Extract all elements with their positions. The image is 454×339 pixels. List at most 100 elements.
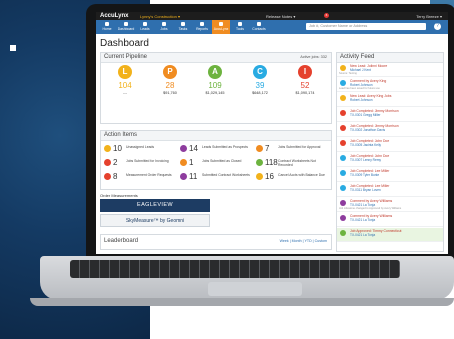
action-item[interactable]: 7 Jobs Submitted for Approval [256, 144, 332, 156]
feed-item[interactable]: New Lead: Jolinni Moore Michael J Kent Sou… [337, 63, 443, 77]
feed-detail: TX-0302 Jonathon Davis [350, 128, 386, 132]
pipeline-filter[interactable]: Active jobs: 332 [300, 55, 327, 59]
feed-sub: Lead has been saved for future use [339, 87, 380, 90]
pipeline-stage-approved[interactable]: A 109 $1,029,145 [197, 65, 233, 95]
feed-item[interactable]: Comment by Avery Williams TX-0421 La Tonj… [337, 198, 443, 212]
action-label: Unassigned Leads [126, 145, 155, 149]
action-count: 8 [113, 172, 118, 181]
laptop-keyboard [70, 260, 400, 278]
action-item[interactable]: 8 Measurement Order Requests [104, 172, 180, 184]
stage-amount: $1,029,145 [205, 91, 225, 95]
action-count: 16 [265, 172, 274, 181]
reports-icon [200, 22, 204, 26]
feed-item[interactable]: Job Completed: John Doe TX-0305 Jacinta K… [337, 138, 443, 152]
company-selector[interactable]: Lynny's Construction ▾ [140, 14, 180, 19]
help-icon[interactable]: ? [434, 23, 441, 30]
nav-reports[interactable]: Reports [193, 20, 211, 34]
contacts-icon [257, 22, 261, 26]
stage-count: 104 [118, 81, 132, 90]
feed-icon [340, 125, 346, 131]
action-item[interactable]: 11 Submitted Contract Worksheets [180, 172, 256, 184]
app-logo[interactable]: AccuLynx [100, 13, 128, 19]
action-count: 118 [265, 158, 278, 167]
activity-feed-panel: Activity Feed New Lead: Jolinni Moore Mic… [336, 52, 444, 252]
action-items-title: Action Items [101, 131, 331, 141]
feed-detail: TX-0421 La Tonja [350, 233, 376, 237]
nav-leads[interactable]: Leads [136, 20, 154, 34]
feed-item[interactable]: Comment by Avery King Robert Johnson Lead … [337, 78, 443, 92]
nav-label: Reports [196, 27, 208, 31]
action-icon [180, 159, 187, 166]
feed-item[interactable]: Job Approved: Timmy Connecticut TX-0421 L… [337, 228, 443, 242]
nav-home[interactable]: Home [98, 20, 116, 34]
feed-item[interactable]: Job Completed: Lee Miller TX-0311 Bryan L… [337, 183, 443, 197]
action-icon [256, 173, 263, 180]
action-item[interactable]: 10 Unassigned Leads [104, 144, 180, 156]
feed-item[interactable]: Job Completed: Jimmy Morrison TX-0302 Jon… [337, 123, 443, 137]
main-nav: Home Dashboard Leads Jobs Tasks Reports … [96, 20, 448, 34]
dashboard-icon [124, 22, 128, 26]
action-icon [256, 145, 263, 152]
pipeline-stage-invoiced[interactable]: I 52 $1,090,174 [287, 65, 323, 95]
feed-icon [340, 95, 346, 101]
feed-icon [340, 200, 346, 206]
action-count: 10 [113, 144, 122, 153]
nav-dashboard[interactable]: Dashboard [117, 20, 135, 34]
nav-tasks[interactable]: Tasks [174, 20, 192, 34]
nav-acculynx[interactable]: AccuLynx [212, 20, 230, 34]
jobs-icon [162, 22, 166, 26]
order-measurements-label: Order Measurements [100, 193, 138, 198]
nav-label: Contacts [252, 27, 266, 31]
nav-tools[interactable]: Tools [231, 20, 249, 34]
action-item[interactable]: 14 Leads Submitted as Prospects [180, 144, 256, 156]
eagleview-button[interactable]: EAGLEVIEW [100, 199, 210, 212]
nav-jobs[interactable]: Jobs [155, 20, 173, 34]
notification-badge[interactable]: 6 [324, 13, 329, 18]
feed-detail: TX-0309 Tyler Burke [350, 173, 380, 177]
user-menu[interactable]: Terry Breeze ▾ [416, 14, 442, 19]
action-icon [180, 173, 187, 180]
pipeline-title: Current Pipeline [101, 53, 331, 63]
action-label: Leads Submitted as Prospects [202, 145, 248, 149]
stage-amount: $648,172 [252, 91, 268, 95]
action-icon [104, 173, 111, 180]
action-item[interactable]: 16 Cancel Accts with Balance Due [256, 172, 332, 184]
feed-item[interactable]: New Lead: Avery King Jobs Robert Johnson [337, 93, 443, 107]
pipeline-stage-prospect[interactable]: P 28 $91,760 [152, 65, 188, 95]
nav-label: Tasks [178, 27, 188, 31]
stage-count: 52 [300, 81, 310, 90]
search-input[interactable]: Job #, Customer Name or Address [306, 23, 426, 30]
action-item[interactable]: 1 Jobs Submitted as Closed [180, 158, 256, 170]
leaderboard-range-tabs[interactable]: Week | Month | YTD | Custom [280, 239, 327, 243]
feed-detail: Robert Johnson [350, 98, 373, 102]
action-icon [180, 145, 187, 152]
release-notes-link[interactable]: Release Notes ▾ [266, 14, 295, 19]
action-item[interactable]: 2 Jobs Submitted for Invoicing [104, 158, 180, 170]
feed-item[interactable]: Comment by Avery Williams TX-0421 La Tonj… [337, 213, 443, 227]
feed-icon [340, 140, 346, 146]
action-label: Cancel Accts with Balance Due [278, 173, 325, 177]
feed-icon [340, 170, 346, 176]
stage-amount: --- [123, 91, 127, 95]
action-icon [104, 145, 111, 152]
feed-item[interactable]: Job Completed: Jimmy Morrison TX-0301 Gre… [337, 108, 443, 122]
action-count: 11 [189, 172, 198, 181]
leaderboard-panel: Leaderboard Week | Month | YTD | Custom [100, 234, 332, 250]
action-count: 14 [189, 144, 198, 153]
action-count: 7 [265, 144, 270, 153]
nav-label: Jobs [160, 27, 168, 31]
nav-contacts[interactable]: Contacts [250, 20, 268, 34]
top-bar: AccuLynx Lynny's Construction ▾ Release … [96, 12, 448, 20]
feed-item[interactable]: Job Completed: Lee Miller TX-0309 Tyler B… [337, 168, 443, 182]
pipeline-stage-completed[interactable]: C 39 $648,172 [242, 65, 278, 95]
action-item[interactable]: 118 Contract Worksheets Not Recorded [256, 158, 332, 170]
home-icon [105, 22, 109, 26]
stage-count: 39 [255, 81, 265, 90]
skymeasure-button[interactable]: SkyMeasure™ by Geomni [100, 214, 210, 227]
nav-label: AccuLynx [213, 27, 229, 31]
action-count: 2 [113, 158, 118, 167]
feed-item[interactable]: Job Completed: John Doe TX-0307 Lenny Rem… [337, 153, 443, 167]
feed-detail: TX-0305 Jacinta Kelly [350, 143, 382, 147]
pipeline-stage-lead[interactable]: L 104 --- [107, 65, 143, 95]
laptop-trackpad [208, 282, 302, 296]
